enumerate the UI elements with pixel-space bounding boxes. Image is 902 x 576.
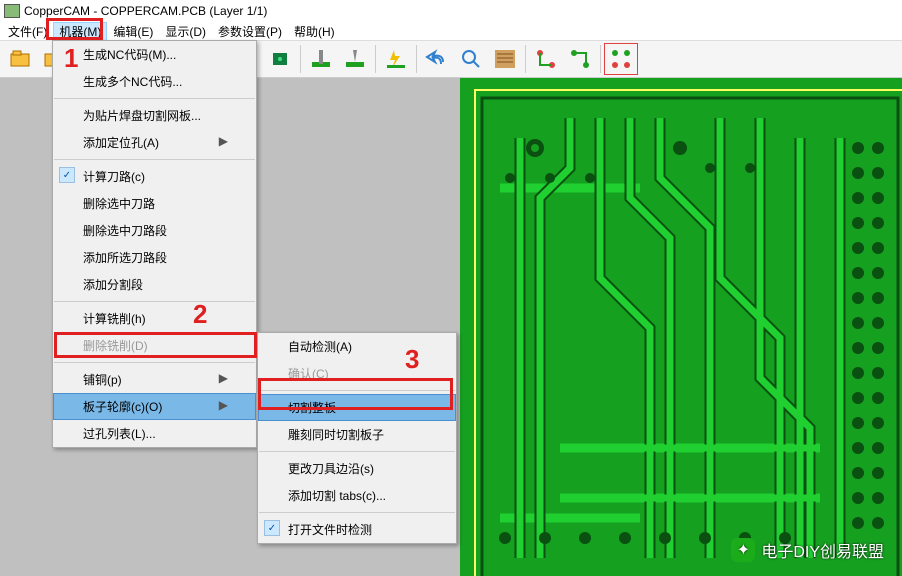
wechat-icon: ✦ bbox=[731, 538, 755, 562]
toolbar-sep bbox=[300, 45, 301, 73]
toolbar-sep bbox=[375, 45, 376, 73]
menu-file[interactable]: 文件(F) bbox=[2, 22, 53, 41]
menu-item[interactable]: 为贴片焊盘切割网板... bbox=[53, 102, 256, 129]
menu-item-label: 打开文件时检测 bbox=[288, 521, 372, 538]
window-title: CopperCAM - COPPERCAM.PCB (Layer 1/1) bbox=[24, 4, 267, 18]
menu-item-label: 计算铣削(h) bbox=[83, 310, 146, 327]
menu-edit[interactable]: 编辑(E) bbox=[107, 22, 159, 41]
toolbar-undo-icon[interactable] bbox=[420, 43, 454, 75]
watermark-text: 电子DIY创易联盟 bbox=[761, 538, 884, 562]
menu-item-label: 更改刀具边沿(s) bbox=[288, 460, 374, 477]
menu-item[interactable]: 删除选中刀路 bbox=[53, 190, 256, 217]
submenu-arrow-icon: ▶ bbox=[219, 371, 228, 388]
menu-params[interactable]: 参数设置(P) bbox=[212, 22, 288, 41]
menubar: 文件(F) 机器(M) 编辑(E) 显示(D) 参数设置(P) 帮助(H) bbox=[0, 22, 902, 40]
toolbar-route1-icon[interactable] bbox=[529, 43, 563, 75]
menu-item[interactable]: 添加切割 tabs(c)... bbox=[258, 482, 456, 509]
toolbar-sep bbox=[600, 45, 601, 73]
annotation-label-2: 2 bbox=[193, 299, 207, 330]
menu-item-label: 生成NC代码(M)... bbox=[83, 46, 176, 63]
menu-item[interactable]: 更改刀具边沿(s) bbox=[258, 455, 456, 482]
menu-item[interactable]: 删除选中刀路段 bbox=[53, 217, 256, 244]
menu-item[interactable]: 添加定位孔(A) ▶ bbox=[53, 129, 256, 156]
menu-item-label: 删除选中刀路 bbox=[83, 195, 155, 212]
menu-item-label: 为贴片焊盘切割网板... bbox=[83, 107, 201, 124]
submenu-arrow-icon: ▶ bbox=[219, 134, 228, 151]
menu-item-label: 自动检测(A) bbox=[288, 338, 352, 355]
toolbar-zoom-icon[interactable] bbox=[454, 43, 488, 75]
menu-item[interactable]: 添加所选刀路段 bbox=[53, 244, 256, 271]
board-outline-submenu: 自动检测(A) 确认(C) 切割整板雕刻同时切割板子更改刀具边沿(s) 添加切割 ta… bbox=[257, 332, 457, 544]
menu-item-label: 添加所选刀路段 bbox=[83, 249, 167, 266]
menu-separator bbox=[54, 362, 255, 363]
toolbar-route3-icon[interactable] bbox=[604, 43, 638, 75]
menu-help[interactable]: 帮助(H) bbox=[288, 22, 341, 41]
menu-separator bbox=[54, 98, 255, 99]
menu-item[interactable]: 添加分割段 bbox=[53, 271, 256, 298]
menu-item[interactable]: 计算刀路(c) ✓ bbox=[53, 163, 256, 190]
menu-item-label: 铺铜(p) bbox=[83, 371, 122, 388]
toolbar-sep bbox=[525, 45, 526, 73]
check-icon: ✓ bbox=[59, 167, 75, 183]
menu-item[interactable]: 雕刻同时切割板子 bbox=[258, 421, 456, 448]
menu-item-label: 添加切割 tabs(c)... bbox=[288, 487, 386, 504]
pcb-viewport[interactable] bbox=[460, 78, 902, 576]
toolbar-pcb-icon[interactable] bbox=[488, 43, 522, 75]
menu-item[interactable]: 确认(C) bbox=[258, 360, 456, 387]
menu-item[interactable]: 过孔列表(L)... bbox=[53, 420, 256, 447]
menu-item-label: 雕刻同时切割板子 bbox=[288, 426, 384, 443]
toolbar-drill2-icon[interactable] bbox=[338, 43, 372, 75]
menu-item-label: 板子轮廓(c)(O) bbox=[83, 398, 162, 415]
menu-item[interactable]: 生成NC代码(M)... bbox=[53, 41, 256, 68]
menu-item[interactable]: 自动检测(A) bbox=[258, 333, 456, 360]
menu-separator bbox=[54, 301, 255, 302]
toolbar-drill1-icon[interactable] bbox=[304, 43, 338, 75]
window-titlebar: CopperCAM - COPPERCAM.PCB (Layer 1/1) bbox=[0, 0, 902, 22]
menu-display[interactable]: 显示(D) bbox=[159, 22, 212, 41]
menu-item-label: 添加定位孔(A) bbox=[83, 134, 159, 151]
menu-item-label: 删除铣削(D) bbox=[83, 337, 148, 354]
toolbar-zap-icon[interactable] bbox=[379, 43, 413, 75]
toolbar-open-icon[interactable] bbox=[4, 43, 38, 75]
menu-item[interactable]: 板子轮廓(c)(O) ▶ bbox=[53, 393, 256, 420]
menu-separator bbox=[259, 512, 455, 513]
menu-item-label: 删除选中刀路段 bbox=[83, 222, 167, 239]
menu-separator bbox=[259, 390, 455, 391]
toolbar-trace2-icon[interactable] bbox=[263, 43, 297, 75]
toolbar-sep bbox=[416, 45, 417, 73]
annotation-label-1: 1 bbox=[64, 43, 78, 74]
app-icon bbox=[4, 4, 20, 18]
pcb-drawing bbox=[460, 78, 902, 576]
menu-item[interactable]: 切割整板 bbox=[258, 394, 456, 421]
menu-item[interactable]: 铺铜(p) ▶ bbox=[53, 366, 256, 393]
check-icon: ✓ bbox=[264, 520, 280, 536]
menu-separator bbox=[259, 451, 455, 452]
menu-item-label: 切割整板 bbox=[288, 399, 336, 416]
submenu-arrow-icon: ▶ bbox=[219, 398, 228, 415]
menu-item-label: 过孔列表(L)... bbox=[83, 425, 156, 442]
menu-separator bbox=[54, 159, 255, 160]
menu-machine[interactable]: 机器(M) bbox=[53, 22, 107, 41]
menu-item[interactable]: 计算铣削(h) bbox=[53, 305, 256, 332]
toolbar-route2-icon[interactable] bbox=[563, 43, 597, 75]
menu-item-label: 添加分割段 bbox=[83, 276, 143, 293]
menu-item-label: 计算刀路(c) bbox=[83, 168, 145, 185]
menu-item[interactable]: 打开文件时检测 ✓ bbox=[258, 516, 456, 543]
annotation-label-3: 3 bbox=[405, 344, 419, 375]
machine-menu: 生成NC代码(M)... 生成多个NC代码... 为贴片焊盘切割网板... 添加定位孔… bbox=[52, 40, 257, 448]
watermark: ✦ 电子DIY创易联盟 bbox=[731, 538, 884, 562]
menu-item[interactable]: 生成多个NC代码... bbox=[53, 68, 256, 95]
menu-item-label: 生成多个NC代码... bbox=[83, 73, 182, 90]
menu-item-label: 确认(C) bbox=[288, 365, 329, 382]
menu-item[interactable]: 删除铣削(D) bbox=[53, 332, 256, 359]
